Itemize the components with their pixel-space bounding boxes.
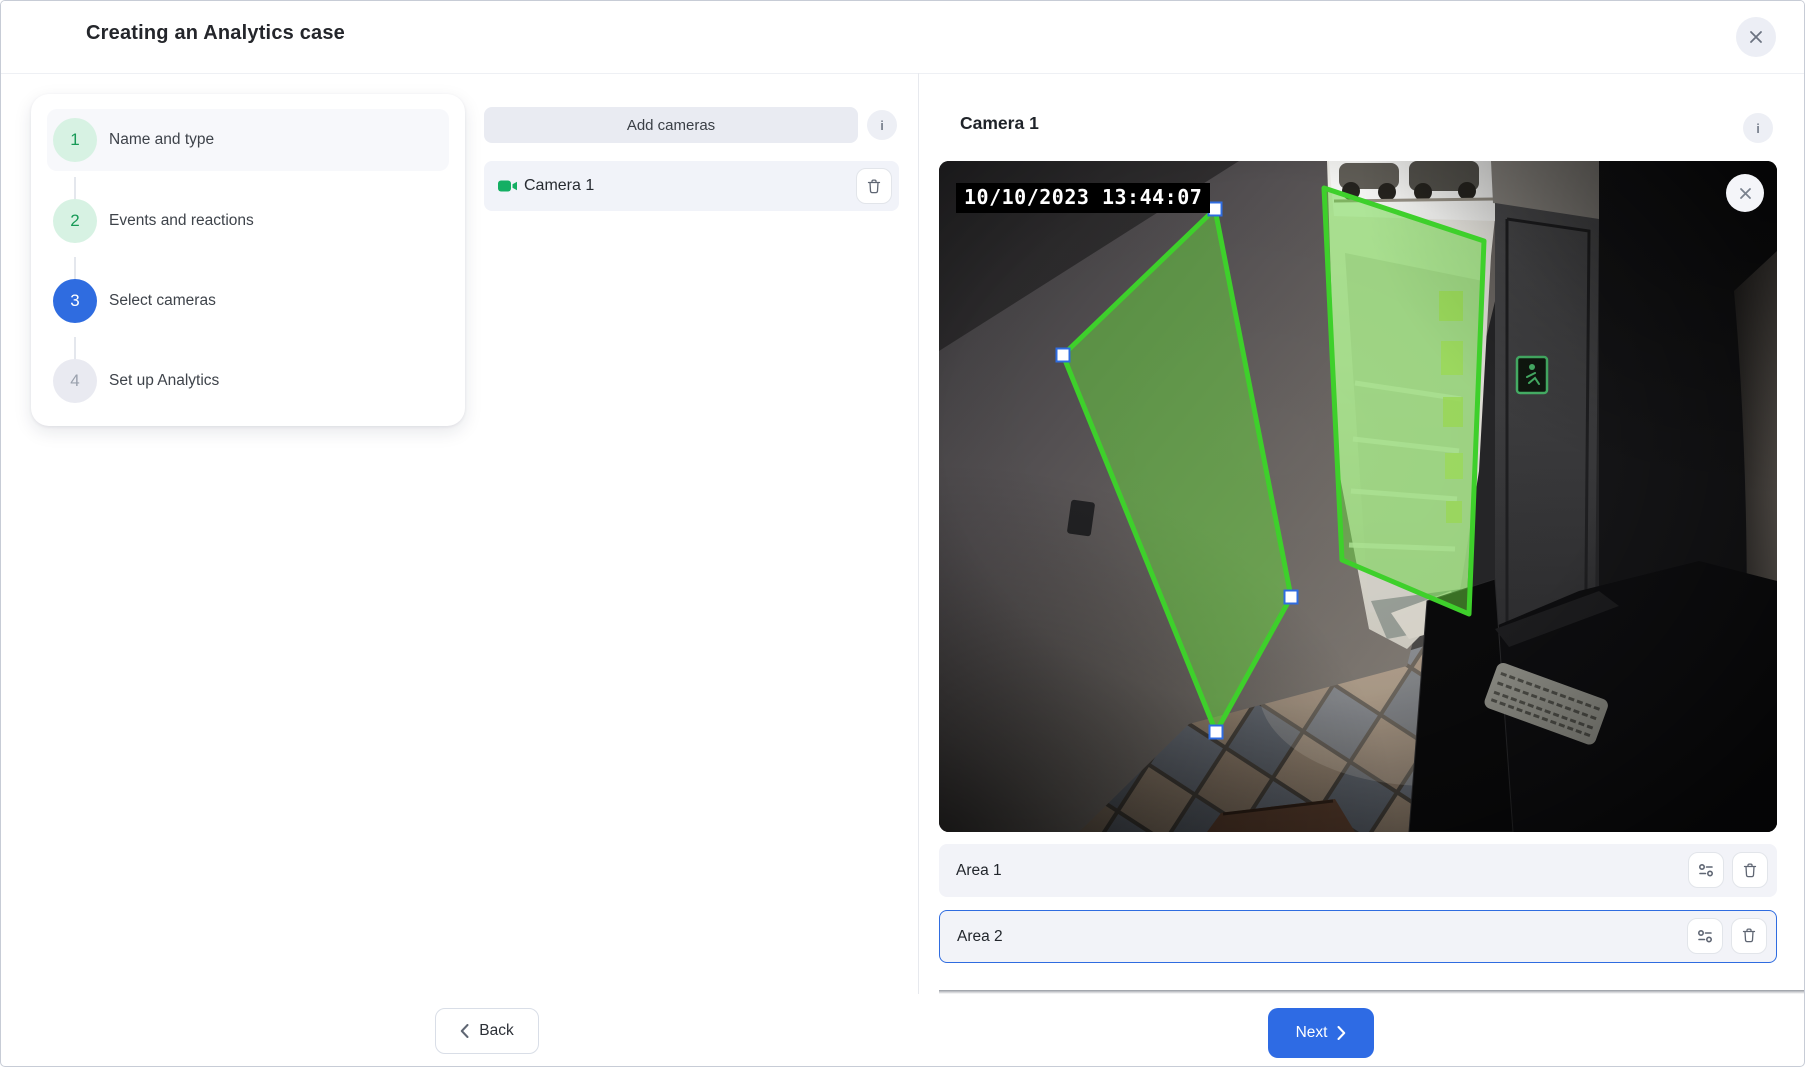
stepper-item-select-cameras[interactable]: 3 Select cameras <box>31 270 465 332</box>
camera-video-frame <box>939 161 1777 832</box>
step-4-label: Set up Analytics <box>109 350 219 412</box>
area-2-settings-button[interactable] <box>1687 918 1723 954</box>
panel-scroll-shadow <box>939 990 1805 994</box>
sliders-icon <box>1697 861 1715 879</box>
area-2-vertex-handle[interactable] <box>1057 349 1070 362</box>
analytics-case-dialog: Creating an Analytics case 1 Name and ty… <box>0 0 1805 1067</box>
chevron-right-icon <box>1337 1026 1346 1040</box>
dialog-header: Creating an Analytics case <box>1 1 1804 74</box>
camera-name: Camera 1 <box>524 161 594 211</box>
area-2-vertex-handle[interactable] <box>1210 726 1223 739</box>
step-1-indicator: 1 <box>53 118 97 162</box>
step-2-indicator: 2 <box>53 199 97 243</box>
area-list-item-2-selected[interactable]: Area 2 <box>939 910 1777 963</box>
trash-icon <box>866 178 882 195</box>
step-highlight <box>47 109 449 171</box>
step-4-indicator: 4 <box>53 359 97 403</box>
area-2-delete-button[interactable] <box>1731 918 1767 954</box>
camera-list-info-button[interactable]: i <box>867 110 897 140</box>
back-button[interactable]: Back <box>435 1008 539 1054</box>
step-3-label: Select cameras <box>109 270 216 332</box>
next-button[interactable]: Next <box>1268 1008 1374 1058</box>
area-name: Area 2 <box>957 911 1003 962</box>
camera-icon <box>498 179 518 193</box>
sliders-icon <box>1696 927 1714 945</box>
video-timestamp: 10/10/2023 13:44:07 <box>956 183 1210 213</box>
close-icon <box>1748 29 1764 45</box>
area-1-delete-button[interactable] <box>1732 852 1768 888</box>
trash-icon <box>1742 862 1758 879</box>
trash-icon <box>1741 927 1757 944</box>
step-2-label: Events and reactions <box>109 190 254 252</box>
dialog-title: Creating an Analytics case <box>86 22 345 45</box>
area-name: Area 1 <box>956 844 1002 897</box>
stepper-item-name-and-type[interactable]: 1 Name and type <box>31 109 465 171</box>
info-icon: i <box>880 118 884 133</box>
area-1-overlay-polygon[interactable] <box>1324 188 1484 614</box>
area-1-settings-button[interactable] <box>1688 852 1724 888</box>
info-icon: i <box>1756 121 1760 136</box>
camera-preview-canvas[interactable]: 10/10/2023 13:44:07 <box>939 161 1777 832</box>
stepper-item-set-up-analytics[interactable]: 4 Set up Analytics <box>31 350 465 412</box>
close-icon <box>1738 186 1753 201</box>
add-cameras-button[interactable]: Add cameras <box>484 107 858 143</box>
area-2-vertex-handle[interactable] <box>1285 591 1298 604</box>
camera-list-item[interactable]: Camera 1 <box>484 161 899 211</box>
wizard-stepper: 1 Name and type 2 Events and reactions 3… <box>31 94 465 426</box>
preview-info-button[interactable]: i <box>1743 113 1773 143</box>
camera-delete-button[interactable] <box>856 168 892 204</box>
step-3-indicator: 3 <box>53 279 97 323</box>
next-button-label: Next <box>1296 1024 1328 1042</box>
area-list-item-1[interactable]: Area 1 <box>939 844 1777 897</box>
step-1-label: Name and type <box>109 109 214 171</box>
dialog-close-button[interactable] <box>1736 17 1776 57</box>
chevron-left-icon <box>460 1024 469 1038</box>
stepper-item-events-and-reactions[interactable]: 2 Events and reactions <box>31 190 465 252</box>
video-close-button[interactable] <box>1726 174 1764 212</box>
preview-camera-title: Camera 1 <box>960 113 1039 134</box>
area-2-vertex-handle[interactable] <box>1209 203 1222 216</box>
panel-divider <box>918 73 919 994</box>
back-button-label: Back <box>479 1022 513 1040</box>
